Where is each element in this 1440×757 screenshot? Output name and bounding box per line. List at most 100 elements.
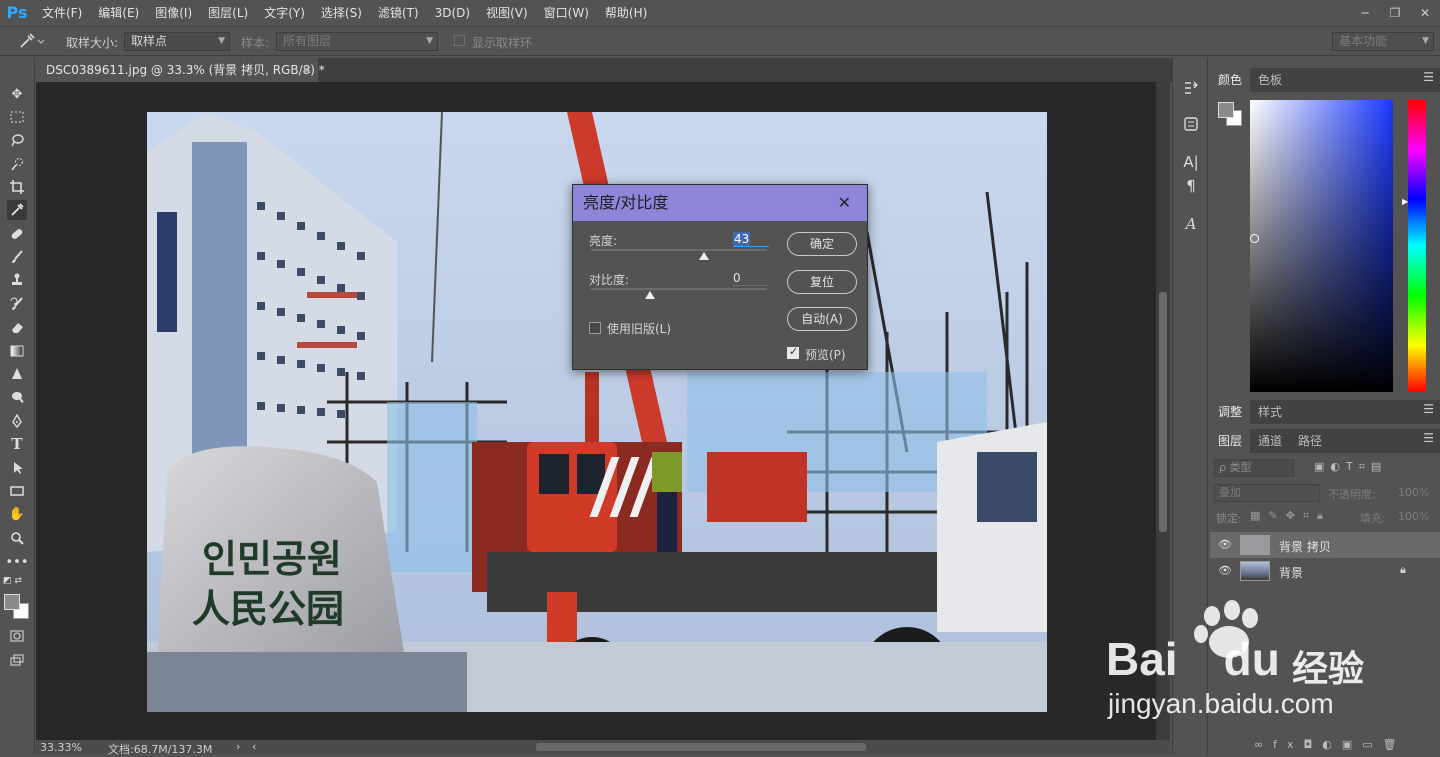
properties-panel-icon[interactable] [1181, 114, 1201, 134]
stone-chinese-text: 人民公园 [192, 586, 344, 631]
brightness-slider-thumb[interactable] [699, 252, 710, 260]
menu-help[interactable]: 帮助(H) [605, 4, 647, 21]
tab-styles[interactable]: 样式 [1250, 400, 1290, 424]
lock-icons[interactable]: ▦✎✥⌗🔒︎ [1250, 509, 1331, 523]
contrast-slider-track[interactable] [591, 288, 767, 290]
menu-edit[interactable]: 编辑(E) [98, 4, 139, 21]
lasso-tool-icon[interactable] [7, 130, 27, 150]
opacity-value[interactable]: 100% [1398, 486, 1429, 499]
contrast-slider-thumb[interactable] [644, 291, 655, 299]
panel-foreground-swatch[interactable] [1218, 102, 1234, 118]
chevron-down-icon: ▼ [1422, 36, 1429, 46]
panel-menu-icon[interactable]: ☰ [1423, 431, 1434, 445]
menu-3d[interactable]: 3D(D) [435, 6, 470, 20]
layer-row[interactable]: 👁︎ 背景 拷贝 [1210, 532, 1440, 558]
workspace-select[interactable]: 基本功能 ▼ [1332, 32, 1434, 51]
menu-image[interactable]: 图像(I) [155, 4, 192, 21]
layer-filter-icons[interactable]: ▣◐T⌗▤ [1314, 460, 1387, 474]
menu-type[interactable]: 文字(Y) [264, 4, 305, 21]
use-legacy-checkbox[interactable] [589, 322, 601, 334]
visibility-eye-icon[interactable]: 👁︎ [1218, 538, 1232, 551]
more-tools-icon[interactable]: ••• [6, 552, 29, 572]
rectangle-tool-icon[interactable] [7, 481, 27, 501]
tab-layers[interactable]: 图层 [1210, 429, 1251, 453]
eraser-tool-icon[interactable] [7, 317, 27, 337]
layers-panel-tabs: 图层 通道 路径 ☰ [1210, 429, 1440, 453]
dodge-tool-icon[interactable] [7, 387, 27, 407]
hue-pointer-icon[interactable]: ▶ [1402, 197, 1408, 206]
foreground-color-swatch[interactable] [4, 594, 20, 610]
tab-adjustments[interactable]: 调整 [1210, 400, 1251, 424]
contrast-input[interactable]: 0 [733, 270, 769, 286]
swap-colors-icon[interactable]: ◩ ⇄ [3, 576, 31, 586]
brush-tool-icon[interactable] [7, 247, 27, 267]
scroll-thumb[interactable] [1159, 292, 1167, 532]
color-picker-field[interactable] [1250, 100, 1393, 392]
crop-tool-icon[interactable] [7, 177, 27, 197]
close-icon[interactable]: ✕ [838, 185, 851, 221]
sample-size-select[interactable]: 取样点 ▼ [124, 32, 230, 51]
eyedropper-preset-icon[interactable] [18, 32, 45, 53]
status-arrow-icon[interactable]: › [236, 740, 240, 753]
clone-stamp-tool-icon[interactable] [7, 270, 27, 290]
marquee-tool-icon[interactable] [7, 107, 27, 127]
history-panel-icon[interactable] [1181, 78, 1201, 98]
dialog-title-bar[interactable]: 亮度/对比度 ✕ [573, 185, 867, 221]
close-window-button[interactable]: ✕ [1410, 0, 1440, 25]
layer-filter-select[interactable]: ρ 类型 [1214, 459, 1294, 477]
reset-button[interactable]: 复位 [787, 270, 857, 294]
zoom-tool-icon[interactable] [7, 528, 27, 548]
menu-select[interactable]: 选择(S) [321, 4, 362, 21]
hue-slider[interactable] [1408, 100, 1426, 392]
move-tool-icon[interactable]: ✥ [7, 84, 27, 104]
tab-swatches[interactable]: 色板 [1250, 68, 1290, 92]
type-tool-icon[interactable]: T [7, 434, 27, 454]
sample-select[interactable]: 所有图层 ▼ [276, 32, 438, 51]
watermark-suffix: 经验 [1292, 649, 1365, 690]
fill-label: 填充: [1360, 512, 1386, 525]
scroll-left-icon[interactable]: ‹ [252, 740, 256, 753]
preview-checkbox[interactable] [787, 345, 799, 359]
quick-mask-icon[interactable] [7, 626, 27, 646]
menu-layer[interactable]: 图层(L) [208, 4, 248, 21]
tab-channels[interactable]: 通道 [1250, 429, 1290, 453]
tab-paths[interactable]: 路径 [1290, 429, 1330, 453]
auto-button[interactable]: 自动(A) [787, 307, 857, 331]
character-panel-icon[interactable]: A| [1181, 152, 1201, 172]
visibility-eye-icon[interactable]: 👁︎ [1218, 564, 1232, 577]
restore-button[interactable]: ❐ [1380, 0, 1410, 25]
healing-brush-tool-icon[interactable] [7, 224, 27, 244]
menu-filter[interactable]: 滤镜(T) [378, 4, 419, 21]
menu-file[interactable]: 文件(F) [42, 4, 82, 21]
menu-view[interactable]: 视图(V) [486, 4, 528, 21]
path-selection-tool-icon[interactable] [7, 458, 27, 478]
tab-color[interactable]: 颜色 [1210, 68, 1251, 92]
screen-mode-icon[interactable] [7, 650, 27, 670]
layer-footer-icons[interactable]: ∞fx◘◐▣▭🗑︎ [1254, 738, 1407, 751]
color-picker-cursor[interactable] [1250, 234, 1259, 243]
show-ring-checkbox[interactable] [454, 35, 465, 46]
zoom-level[interactable]: 33.33% [40, 741, 82, 754]
glyphs-panel-icon[interactable]: A [1181, 214, 1201, 234]
horizontal-scroll-thumb[interactable] [536, 743, 866, 751]
pen-tool-icon[interactable] [7, 411, 27, 431]
minimize-button[interactable]: ─ [1350, 0, 1380, 25]
document-tab[interactable]: DSC0389611.jpg @ 33.3% (背景 拷贝, RGB/8) * … [36, 58, 325, 82]
ok-button[interactable]: 确定 [787, 232, 857, 256]
panel-menu-icon[interactable]: ☰ [1423, 402, 1434, 416]
brightness-input[interactable]: 43 [733, 231, 769, 247]
blur-tool-icon[interactable] [7, 364, 27, 384]
layer-row[interactable]: 👁︎ 背景 🔒︎ [1210, 558, 1440, 584]
history-brush-tool-icon[interactable] [7, 294, 27, 314]
brightness-slider-track[interactable] [591, 249, 767, 251]
fill-value[interactable]: 100% [1398, 510, 1429, 523]
quick-select-tool-icon[interactable] [7, 154, 27, 174]
eyedropper-tool-icon[interactable] [7, 200, 27, 220]
hand-tool-icon[interactable]: ✋ [7, 504, 27, 524]
panel-menu-icon[interactable]: ☰ [1423, 70, 1434, 84]
paragraph-panel-icon[interactable]: ¶ [1181, 176, 1201, 196]
menu-window[interactable]: 窗口(W) [544, 4, 589, 21]
gradient-tool-icon[interactable] [7, 341, 27, 361]
close-tab-icon[interactable]: × [302, 58, 312, 82]
blend-mode-select[interactable]: 叠加 [1214, 484, 1320, 502]
